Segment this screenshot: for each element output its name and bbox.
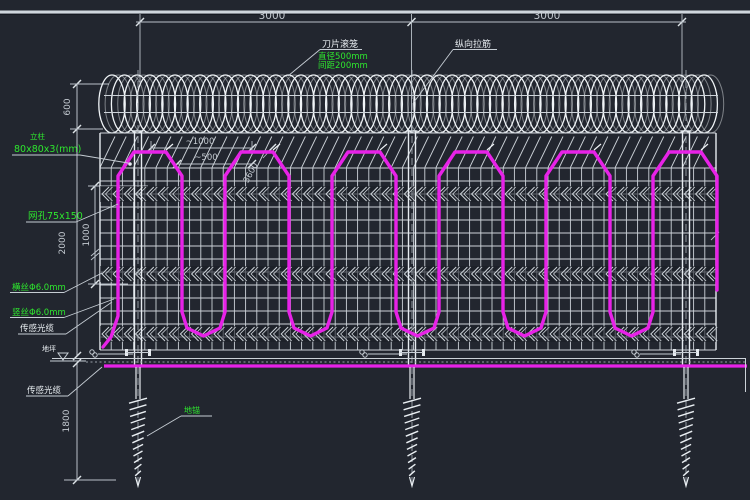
dim-wave-height-label: 1000: [82, 223, 92, 246]
dim-wave-pitch-label: ~1000: [186, 137, 215, 147]
dim-span-left-label: 3000: [259, 10, 286, 22]
dim-fence-height-label: 2000: [58, 231, 68, 254]
dim-wave-half-pitch-label: ~500: [194, 153, 217, 163]
post-spec-label: 80x80x3(mm): [14, 144, 81, 155]
sensor-cable-ground-label: 传感光缆: [27, 385, 62, 396]
ground-anchor-label: 地锚: [184, 405, 200, 415]
dim-anchor-depth-label: 1800: [62, 409, 72, 432]
sensor-cable-serpentine: [103, 144, 717, 347]
fence-elevation-drawing: 3000 3000 600 2000 1000 1800 ~1000 ~500 …: [0, 0, 750, 500]
post-label: 立柱: [30, 131, 45, 141]
razor-spec-pitch: 间距200mm: [318, 61, 368, 71]
mesh-spec-label: 网孔75x150: [28, 211, 83, 222]
dim-span-right-label: 3000: [534, 10, 561, 22]
horizontal-wire-label: 横丝Φ6.0mm: [12, 282, 66, 293]
ground-assembly: [52, 349, 747, 392]
top-border-shadow: [0, 14, 750, 15]
ground-level-label: 地坪: [42, 344, 56, 353]
tie-bar-label: 纵向拉筋: [455, 38, 491, 50]
sensor-cable-fence-label: 传感光缆: [20, 323, 55, 334]
razor-cage-label: 刀片滚笼: [322, 38, 358, 50]
dim-coil-height-label: 600: [63, 98, 73, 115]
cad-drawing-canvas: 3000 3000 600 2000 1000 1800 ~1000 ~500 …: [0, 0, 750, 500]
top-border-strip: [0, 11, 750, 14]
vertical-wire-label: 竖丝Φ6.0mm: [12, 307, 66, 318]
